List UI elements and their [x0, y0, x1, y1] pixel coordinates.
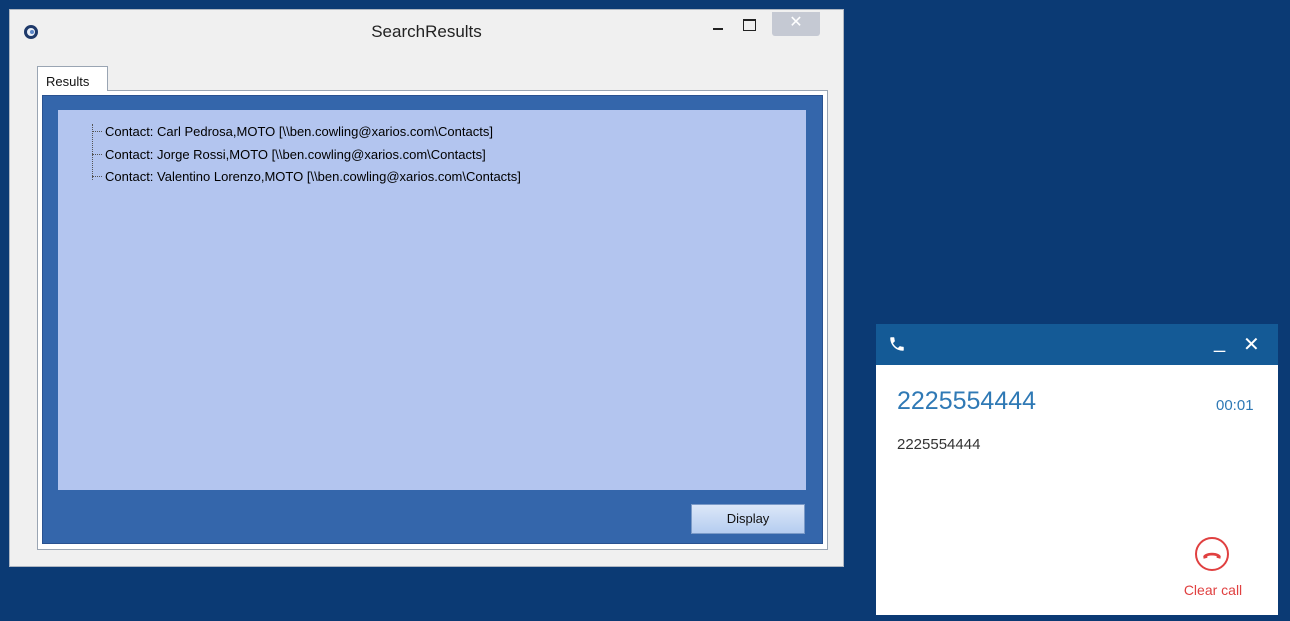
clear-call-label: Clear call: [1183, 582, 1243, 598]
tree-item[interactable]: Contact: Jorge Rossi,MOTO [\\ben.cowling…: [92, 145, 486, 164]
caller-subtitle: 2225554444: [897, 436, 981, 453]
display-button[interactable]: Display: [691, 504, 805, 534]
call-header: _ ✕: [876, 324, 1278, 365]
call-minimize-button[interactable]: _: [1214, 331, 1225, 354]
call-panel: _ ✕ 2225554444 00:01 2225554444 Clear ca…: [876, 324, 1278, 615]
minimize-button[interactable]: [705, 12, 731, 36]
results-tree[interactable]: Contact: Carl Pedrosa,MOTO [\\ben.cowlin…: [58, 110, 806, 490]
maximize-button[interactable]: [736, 12, 762, 36]
call-timer: 00:01: [1216, 397, 1254, 414]
tree-connector: [92, 124, 93, 180]
tree-item[interactable]: Contact: Valentino Lorenzo,MOTO [\\ben.c…: [92, 167, 521, 186]
search-results-window: SearchResults ✕ Results Contact: Carl Pe…: [9, 9, 844, 567]
title-bar[interactable]: SearchResults ✕: [10, 10, 843, 56]
phone-icon: [890, 337, 904, 351]
close-button[interactable]: ✕: [772, 12, 820, 36]
tab-results[interactable]: Results: [37, 66, 108, 91]
tree-item[interactable]: Contact: Carl Pedrosa,MOTO [\\ben.cowlin…: [92, 122, 493, 141]
results-panel: Contact: Carl Pedrosa,MOTO [\\ben.cowlin…: [42, 95, 823, 544]
call-close-button[interactable]: ✕: [1243, 332, 1260, 357]
hangup-icon: [1195, 537, 1229, 571]
caller-number: 2225554444: [897, 387, 1037, 415]
clear-call-button[interactable]: Clear call: [1168, 534, 1258, 604]
